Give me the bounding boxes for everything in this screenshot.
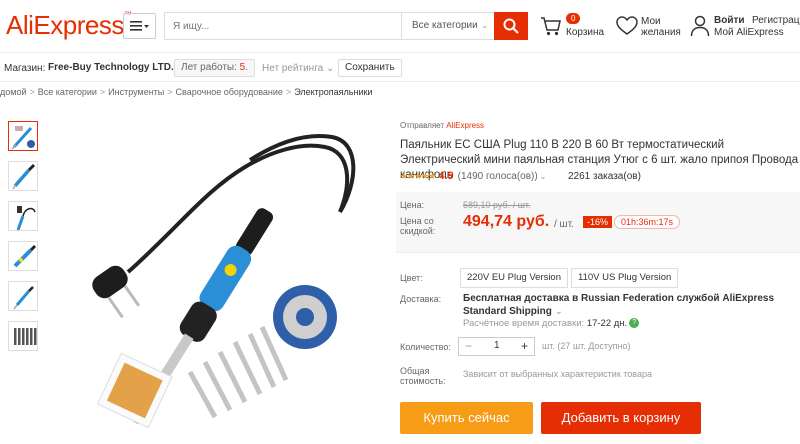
login-link[interactable]: Войти: [714, 15, 745, 26]
options-panel: Цвет: 220V EU Plug Version 110V US Plug …: [396, 252, 800, 402]
my-aliexpress-link[interactable]: Мой AliExpress: [714, 27, 784, 38]
total-label: Общая стоимость:: [400, 366, 446, 386]
cart-icon: [541, 17, 561, 36]
breadcrumb-item[interactable]: домой: [0, 87, 26, 97]
store-years-value: 5: [239, 62, 246, 73]
quantity-availability: шт. (27 шт. Доступно): [542, 341, 631, 351]
help-icon[interactable]: ?: [629, 318, 640, 329]
search-input[interactable]: [165, 13, 400, 39]
category-select-label: Все категории: [412, 20, 478, 31]
add-to-cart-button[interactable]: Добавить в корзину: [541, 402, 701, 434]
price-panel: Цена: 589,10 руб. / шт. Цена со скидкой:…: [396, 192, 800, 252]
delivery-time: Расчётное время доставки: 17-22 дн.?: [463, 318, 640, 329]
price-label: Цена:: [400, 200, 425, 210]
product-thumbnail[interactable]: [8, 201, 38, 231]
product-thumbnail[interactable]: [8, 121, 38, 151]
breadcrumb-separator: >: [285, 87, 292, 97]
register-link[interactable]: Регистрация: [752, 15, 800, 26]
breadcrumb-item[interactable]: Сварочное оборудование: [176, 87, 283, 97]
star-rating-icon: ★★★★★: [400, 171, 436, 181]
delivery-label: Доставка:: [400, 294, 442, 304]
product-thumbnail[interactable]: [8, 281, 38, 311]
per-unit: / шт.: [554, 219, 574, 230]
buy-now-button[interactable]: Купить сейчас: [400, 402, 533, 434]
quantity-decrement-button[interactable]: −: [465, 339, 472, 353]
orders-count: 2261 заказа(ов): [568, 171, 641, 182]
user-icon: [690, 15, 710, 37]
countdown-timer: 01h:36m:17s: [614, 215, 681, 229]
product-thumbnail[interactable]: [8, 321, 38, 351]
thumbnail-list: [8, 121, 40, 361]
hamburger-icon: [129, 21, 149, 31]
search-box: Все категории ⌄: [164, 12, 494, 40]
breadcrumb-separator: >: [29, 87, 35, 97]
delivery-time-value: 17-22 дн.: [586, 318, 628, 329]
store-name-link[interactable]: Free-Buy Technology LTD.: [48, 62, 174, 73]
rating-score: 4.9: [438, 170, 454, 182]
ships-from: Отправляет AliExpress: [400, 121, 485, 130]
old-price: 589,10 руб. / шт.: [463, 200, 531, 210]
breadcrumb: домой > Все категории > Инструменты > Сварочно…: [0, 87, 372, 97]
search-button[interactable]: [494, 12, 528, 40]
chevron-down-icon: ⌄: [481, 21, 488, 30]
cart-link[interactable]: 0 Корзина: [540, 12, 610, 42]
category-select[interactable]: Все категории ⌄: [401, 13, 494, 39]
heart-icon: [616, 16, 638, 35]
discount-price-label: Цена со скидкой:: [400, 216, 436, 236]
store-label: Магазин:: [4, 63, 46, 74]
cart-label: Корзина: [566, 27, 605, 38]
color-option-eu[interactable]: 220V EU Plug Version: [460, 268, 569, 288]
product-thumbnail[interactable]: [8, 241, 38, 271]
store-rating-dropdown[interactable]: Нет рейтинга ⌄: [262, 63, 334, 74]
discount-badge: -16%: [583, 216, 613, 228]
search-icon: [503, 18, 519, 34]
account-area: Войти Регистрация Мой AliExpress: [690, 14, 800, 44]
breadcrumb-separator: >: [99, 87, 106, 97]
breadcrumb-item[interactable]: Все категории: [38, 87, 97, 97]
breadcrumb-item[interactable]: Инструменты: [108, 87, 164, 97]
quantity-input[interactable]: 1: [494, 340, 500, 351]
chevron-down-icon: ⌄: [325, 63, 335, 74]
wishlist-link[interactable]: Мои желания: [616, 14, 686, 44]
store-bar: Магазин: Free-Buy Technology LTD. Лет ра…: [0, 52, 800, 82]
breadcrumb-current[interactable]: Электропаяльники: [294, 87, 372, 97]
store-years-badge: Лет работы: 5.: [174, 59, 256, 77]
total-note: Зависит от выбранных характеристик товар…: [463, 369, 652, 379]
quantity-increment-button[interactable]: +: [521, 339, 528, 353]
ships-from-brand: AliExpress: [446, 121, 485, 130]
quantity-label: Количество:: [400, 342, 451, 352]
product-main-image[interactable]: [40, 112, 386, 444]
product-thumbnail[interactable]: [8, 161, 38, 191]
aliexpress-logo[interactable]: AliExpress™: [6, 10, 132, 41]
quantity-stepper: − 1 +: [458, 337, 535, 356]
breadcrumb-separator: >: [167, 87, 173, 97]
delivery-method[interactable]: Бесплатная доставка в Russian Federation…: [463, 292, 798, 318]
header: AliExpress™ Все категории ⌄ 0 Корзина Мо…: [0, 0, 800, 50]
chevron-down-icon: ⌄: [539, 172, 547, 181]
wishlist-label: Мои желания: [641, 16, 681, 38]
chevron-down-icon: ⌄: [554, 306, 564, 317]
rating-row[interactable]: ★★★★★ 4.9 (1490 голоса(ов)) ⌄: [400, 170, 546, 182]
color-option-us[interactable]: 110V US Plug Version: [571, 268, 679, 288]
rating-votes: (1490 голоса(ов)): [457, 171, 538, 182]
cart-count-badge: 0: [566, 13, 581, 24]
categories-menu-button[interactable]: [123, 13, 156, 39]
color-label: Цвет:: [400, 273, 423, 283]
save-store-button[interactable]: Сохранить: [338, 59, 402, 77]
new-price: 494,74 руб.: [463, 213, 550, 230]
